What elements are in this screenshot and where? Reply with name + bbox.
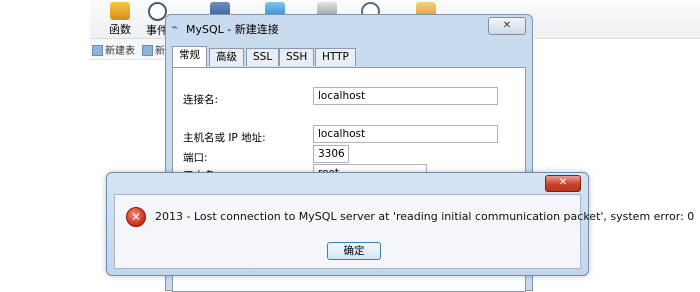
new-item-button[interactable]: 新 <box>142 42 165 57</box>
connection-name-label: 连接名: <box>183 94 219 106</box>
port-label: 端口: <box>183 152 208 164</box>
connection-name-field[interactable] <box>313 87 498 105</box>
table-icon <box>142 45 153 56</box>
error-dialog: ✕ ✕ 2013 - Lost connection to MySQL serv… <box>106 172 694 276</box>
error-close-button[interactable]: ✕ <box>545 175 581 192</box>
tab-ssl[interactable]: SSL <box>246 48 280 66</box>
error-icon: ✕ <box>126 207 146 227</box>
host-field[interactable] <box>313 125 498 143</box>
tab-ssh[interactable]: SSH <box>279 48 315 66</box>
tab-general[interactable]: 常规 <box>172 46 207 67</box>
tab-http[interactable]: HTTP <box>315 48 356 66</box>
table-icon <box>92 45 103 56</box>
error-body: ✕ 2013 - Lost connection to MySQL server… <box>114 194 694 269</box>
dialog-close-button[interactable]: ✕ <box>488 17 526 35</box>
function-icon <box>110 2 130 20</box>
tab-advanced[interactable]: 高级 <box>209 48 244 66</box>
error-message: 2013 - Lost connection to MySQL server a… <box>155 210 695 223</box>
port-field[interactable] <box>313 145 349 163</box>
dialog-title: MySQL - 新建连接 <box>186 23 279 36</box>
host-label: 主机名或 IP 地址: <box>183 132 266 144</box>
connection-icon: ⌁ <box>171 20 179 34</box>
new-table-button[interactable]: 新建表 <box>92 42 135 57</box>
event-icon <box>147 2 167 21</box>
ok-button[interactable]: 确定 <box>327 242 381 260</box>
